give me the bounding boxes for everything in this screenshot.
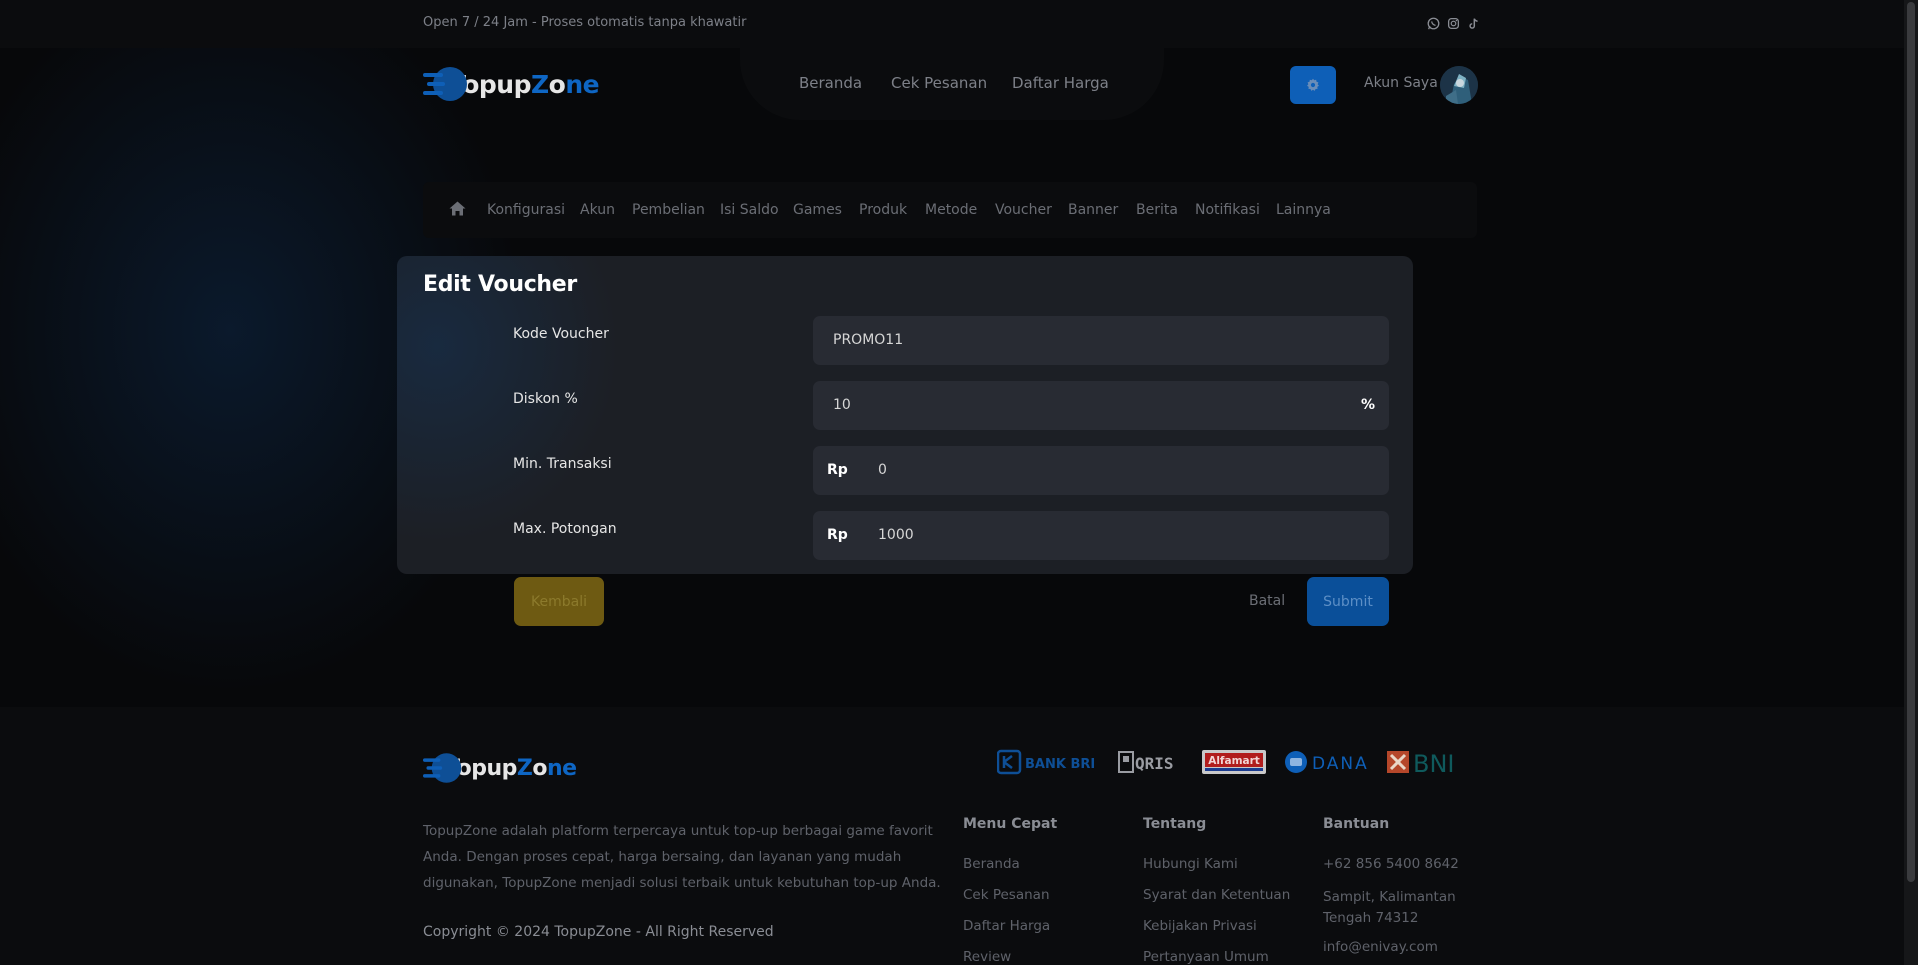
- logo-text-part: Z: [531, 69, 549, 99]
- footer-heading-bantuan: Bantuan: [1323, 816, 1390, 832]
- max-potongan-input[interactable]: Rp 1000: [813, 511, 1389, 560]
- scrollbar[interactable]: [1904, 0, 1918, 965]
- footer-heading-menu-cepat: Menu Cepat: [963, 816, 1058, 832]
- footer-address: Sampit, Kalimantan Tengah 74312: [1323, 889, 1456, 926]
- top-bar: [0, 0, 1904, 48]
- logo-text-part: o: [532, 755, 547, 781]
- cancel-button[interactable]: Batal: [1249, 593, 1285, 609]
- alfamart-logo: Alfamart: [1202, 748, 1266, 776]
- footer: [0, 707, 1904, 965]
- copyright: Copyright © 2024 TopupZone - All Right R…: [423, 924, 774, 940]
- footer-link-hubungi-kami[interactable]: Hubungi Kami: [1143, 856, 1238, 872]
- whatsapp-icon[interactable]: [1427, 17, 1440, 30]
- footer-link-faq[interactable]: Pertanyaan Umum: [1143, 949, 1269, 965]
- nav-daftar-harga[interactable]: Daftar Harga: [1012, 74, 1109, 92]
- footer-logo[interactable]: TopupZone: [423, 750, 577, 786]
- scrollbar-thumb[interactable]: [1907, 2, 1915, 882]
- currency-prefix: Rp: [827, 462, 848, 478]
- min-transaksi-value: 0: [878, 462, 887, 478]
- logo-text-part: o: [548, 69, 566, 99]
- logo-text-part: Z: [516, 755, 533, 781]
- topbar-text: Open 7 / 24 Jam - Proses otomatis tanpa …: [423, 15, 747, 30]
- nav-cek-pesanan[interactable]: Cek Pesanan: [891, 74, 987, 92]
- logo-mark-icon: [423, 750, 463, 786]
- footer-link-review[interactable]: Review: [963, 949, 1011, 965]
- menu-voucher[interactable]: Voucher: [995, 202, 1052, 218]
- home-icon[interactable]: [449, 201, 466, 216]
- menu-berita[interactable]: Berita: [1136, 202, 1178, 218]
- menu-games[interactable]: Games: [793, 202, 842, 218]
- min-transaksi-input[interactable]: Rp 0: [813, 446, 1389, 495]
- diskon-input[interactable]: 10 %: [813, 381, 1389, 430]
- bank-bri-text: BANK BRI: [1025, 757, 1095, 772]
- logo-text-part: ne: [565, 69, 600, 99]
- instagram-icon[interactable]: [1447, 17, 1460, 30]
- logo-mark-icon: [423, 64, 469, 104]
- diskon-label: Diskon %: [513, 391, 578, 407]
- qris-text: QRIS: [1135, 754, 1174, 773]
- back-button[interactable]: Kembali: [514, 577, 604, 626]
- qris-logo: QRIS: [1118, 748, 1184, 776]
- menu-isi-saldo[interactable]: Isi Saldo: [720, 202, 779, 218]
- menu-metode[interactable]: Metode: [925, 202, 977, 218]
- avatar[interactable]: [1440, 66, 1478, 104]
- kode-voucher-input[interactable]: PROMO11: [813, 316, 1389, 365]
- menu-produk[interactable]: Produk: [859, 202, 907, 218]
- currency-prefix: Rp: [827, 527, 848, 543]
- max-potongan-label: Max. Potongan: [513, 521, 617, 537]
- dana-logo: DANA: [1284, 748, 1372, 776]
- diskon-value: 10: [833, 397, 851, 413]
- site-logo[interactable]: TopupZone: [423, 64, 600, 104]
- bni-logo: BNI: [1387, 748, 1472, 776]
- page-title: Edit Voucher: [423, 272, 577, 297]
- min-transaksi-label: Min. Transaksi: [513, 456, 612, 472]
- kode-voucher-label: Kode Voucher: [513, 326, 609, 342]
- menu-konfigurasi[interactable]: Konfigurasi: [487, 202, 565, 218]
- nav-beranda[interactable]: Beranda: [799, 74, 862, 92]
- menu-lainnya[interactable]: Lainnya: [1276, 202, 1331, 218]
- footer-description: TopupZone adalah platform terpercaya unt…: [423, 823, 941, 891]
- logo-text-part: ne: [546, 755, 577, 781]
- percent-suffix: %: [1360, 397, 1375, 413]
- footer-link-kebijakan[interactable]: Kebijakan Privasi: [1143, 918, 1257, 934]
- footer-link-syarat[interactable]: Syarat dan Ketentuan: [1143, 887, 1290, 903]
- footer-link-beranda[interactable]: Beranda: [963, 856, 1020, 872]
- footer-phone: +62 856 5400 8642: [1323, 856, 1459, 872]
- submit-button[interactable]: Submit: [1307, 577, 1389, 626]
- max-potongan-value: 1000: [878, 527, 914, 543]
- kode-voucher-value: PROMO11: [833, 332, 904, 348]
- footer-link-cek-pesanan[interactable]: Cek Pesanan: [963, 887, 1050, 903]
- footer-heading-tentang: Tentang: [1143, 816, 1207, 832]
- menu-banner[interactable]: Banner: [1068, 202, 1118, 218]
- menu-pembelian[interactable]: Pembelian: [632, 202, 705, 218]
- dana-text: DANA: [1312, 754, 1369, 774]
- settings-button[interactable]: [1290, 66, 1336, 104]
- gear-icon: [1307, 78, 1319, 91]
- footer-email[interactable]: info@enivay.com: [1323, 939, 1438, 955]
- footer-link-daftar-harga[interactable]: Daftar Harga: [963, 918, 1050, 934]
- alfamart-text: Alfamart: [1208, 755, 1260, 767]
- bni-text: BNI: [1413, 750, 1455, 776]
- menu-akun[interactable]: Akun: [580, 202, 615, 218]
- tiktok-icon[interactable]: [1467, 17, 1480, 30]
- account-label[interactable]: Akun Saya: [1364, 75, 1438, 91]
- menu-notifikasi[interactable]: Notifikasi: [1195, 202, 1260, 218]
- bank-bri-logo: BANK BRI: [997, 748, 1103, 776]
